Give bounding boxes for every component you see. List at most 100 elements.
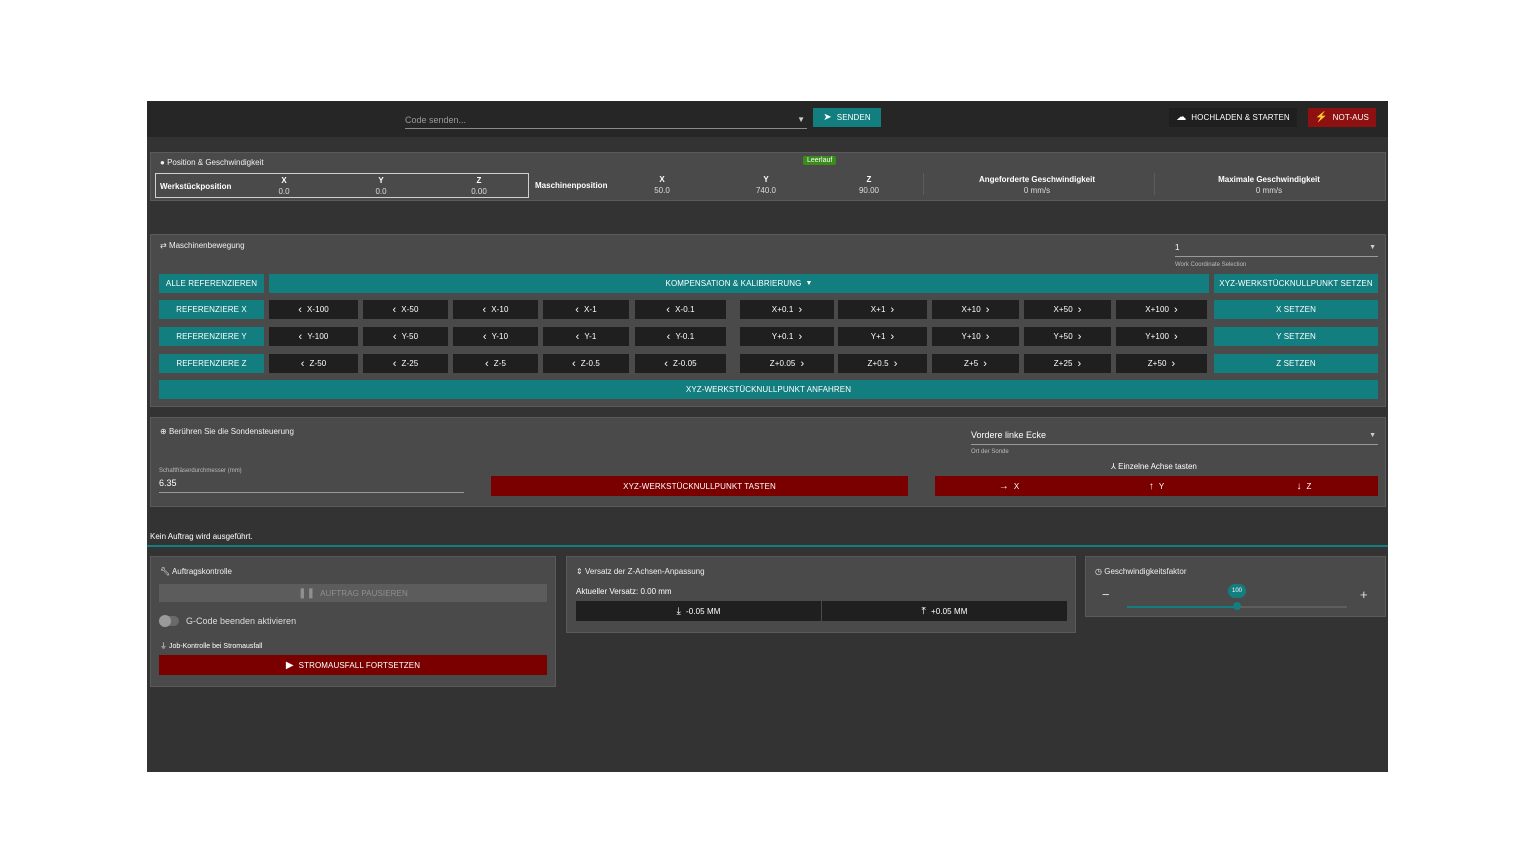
machine-axis-z: Z xyxy=(866,175,872,184)
jog-label: Z-0.5 xyxy=(580,359,600,368)
compensation-dropdown-button[interactable]: KOMPENSATION & KALIBRIERUNG ▼ xyxy=(269,274,1209,293)
jog-x-neg-button[interactable]: ‹ X-100 xyxy=(269,300,358,319)
chevron-down-icon[interactable]: ▼ xyxy=(1369,244,1376,251)
jog-z-neg-button[interactable]: ‹ Z-50 xyxy=(269,354,358,373)
upload-start-button[interactable]: ☁ HOCHLADEN & STARTEN xyxy=(1169,108,1297,127)
work-value-y: 0.0 xyxy=(375,187,387,196)
work-axis-y: Y xyxy=(378,176,384,185)
jog-x-pos-button[interactable]: X+0.1 › xyxy=(740,300,834,319)
movement-panel: ⇄ Maschinenbewegung 1 ▼ Work Coordinate … xyxy=(150,234,1386,407)
jog-label: Z+50 xyxy=(1147,359,1167,368)
jog-label: Y+1 xyxy=(870,332,886,341)
jog-y-pos-button[interactable]: Y+0.1 › xyxy=(740,327,834,346)
send-button[interactable]: ➤ SENDEN xyxy=(813,108,881,127)
jog-label: Z+25 xyxy=(1053,359,1073,368)
probe-panel-title: ⊕ Berühren Sie die Sondensteuerung xyxy=(160,427,294,436)
speed-plus-button[interactable]: + xyxy=(1360,587,1368,602)
set-xyz-zero-button[interactable]: XYZ-WERKSTÜCKNULLPUNKT SETZEN xyxy=(1214,274,1378,293)
home-all-button[interactable]: ALLE REFERENZIEREN xyxy=(159,274,264,293)
jog-z-pos-button[interactable]: Z+0.05 › xyxy=(740,354,834,373)
jog-x-pos-button[interactable]: X+1 › xyxy=(838,300,927,319)
set-y-button[interactable]: Y SETZEN xyxy=(1214,327,1378,346)
jog-x-neg-button[interactable]: ‹ X-1 xyxy=(543,300,629,319)
gcode-end-toggle[interactable] xyxy=(159,615,179,627)
home-y-button[interactable]: REFERENZIERE Y xyxy=(159,327,264,346)
set-z-button[interactable]: Z SETZEN xyxy=(1214,354,1378,373)
code-input[interactable]: Code senden... ▼ xyxy=(405,111,807,129)
jog-y-pos-button[interactable]: Y+10 › xyxy=(932,327,1019,346)
jog-z-pos-button[interactable]: Z+5 › xyxy=(932,354,1019,373)
chevron-left-icon: ‹ xyxy=(664,357,669,370)
resume-power-loss-button[interactable]: ▶ STROMAUSFALL FORTSETZEN xyxy=(159,655,547,675)
jog-z-pos-button[interactable]: Z+50 › xyxy=(1116,354,1207,373)
jog-label: X-10 xyxy=(491,305,509,314)
speed-slider-track[interactable]: 100 xyxy=(1127,584,1347,610)
jog-z-neg-button[interactable]: ‹ Z-5 xyxy=(453,354,538,373)
z-offset-minus-label: -0.05 MM xyxy=(685,606,721,616)
chevron-right-icon: › xyxy=(1077,303,1082,316)
jog-z-pos-button[interactable]: Z+25 › xyxy=(1024,354,1111,373)
chevron-down-icon[interactable]: ▼ xyxy=(1369,432,1376,439)
chevron-right-icon: › xyxy=(983,357,988,370)
jog-x-pos-button[interactable]: X+50 › xyxy=(1024,300,1111,319)
goto-xyz-zero-button[interactable]: XYZ-WERKSTÜCKNULLPUNKT ANFAHREN xyxy=(159,380,1378,399)
home-z-button[interactable]: REFERENZIERE Z xyxy=(159,354,264,373)
send-label: SENDEN xyxy=(836,113,871,122)
jog-x-neg-button[interactable]: ‹ X-10 xyxy=(453,300,538,319)
vertical-align-icon: ⇕ xyxy=(576,567,583,576)
gcode-end-label: G-Code beenden aktivieren xyxy=(186,616,297,626)
jog-y-pos-button[interactable]: Y+1 › xyxy=(838,327,927,346)
pause-icon: ❚❚ xyxy=(298,587,316,599)
jog-z-neg-button[interactable]: ‹ Z-25 xyxy=(363,354,448,373)
wcs-select[interactable]: 1 ▼ xyxy=(1175,241,1378,257)
machine-axis-y: Y xyxy=(763,175,769,184)
chevron-right-icon: › xyxy=(798,330,803,343)
probe-panel: ⊕ Berühren Sie die Sondensteuerung Vorde… xyxy=(150,417,1386,507)
probe-xyz-button[interactable]: XYZ-WERKSTÜCKNULLPUNKT TASTEN xyxy=(491,476,908,496)
set-x-button[interactable]: X SETZEN xyxy=(1214,300,1378,319)
home-x-button[interactable]: REFERENZIERE X xyxy=(159,300,264,319)
pause-job-button[interactable]: ❚❚ AUFTRAG PAUSIEREN xyxy=(159,584,547,602)
jog-z-neg-button[interactable]: ‹ Z-0.5 xyxy=(543,354,629,373)
z-offset-plus-button[interactable]: ⤒ +0.05 MM xyxy=(822,601,1067,621)
jog-x-pos-button[interactable]: X+100 › xyxy=(1116,300,1207,319)
jog-z-pos-button[interactable]: Z+0.5 › xyxy=(838,354,927,373)
chevron-down-icon[interactable]: ▼ xyxy=(797,115,805,124)
jog-y-neg-button[interactable]: ‹ Y-1 xyxy=(543,327,629,346)
speed-minus-button[interactable]: − xyxy=(1102,587,1110,602)
probe-x-button[interactable]: → X xyxy=(935,476,1083,496)
diameter-input[interactable]: 6.35 xyxy=(159,477,464,493)
jog-y-neg-button[interactable]: ‹ Y-100 xyxy=(269,327,358,346)
jog-x-neg-button[interactable]: ‹ X-50 xyxy=(363,300,448,319)
probe-z-button[interactable]: ↓ Z xyxy=(1230,476,1378,496)
compensation-label: KOMPENSATION & KALIBRIERUNG xyxy=(665,279,802,288)
top-bar: Code senden... ▼ ➤ SENDEN ☁ HOCHLADEN & … xyxy=(147,101,1388,137)
probe-title: Berühren Sie die Sondensteuerung xyxy=(168,427,294,436)
speed-slider-thumb[interactable] xyxy=(1233,602,1241,610)
jog-label: Y-50 xyxy=(401,332,419,341)
emergency-stop-button[interactable]: ⚡ NOT-AUS xyxy=(1308,108,1376,127)
requested-speed-label: Angeforderte Geschwindigkeit xyxy=(978,175,1096,184)
work-value-z: 0.00 xyxy=(471,187,487,196)
jog-y-neg-button[interactable]: ‹ Y-10 xyxy=(453,327,538,346)
jog-y-pos-button[interactable]: Y+100 › xyxy=(1116,327,1207,346)
probe-y-button[interactable]: ↑ Y xyxy=(1083,476,1230,496)
z-offset-minus-button[interactable]: ⤓ -0.05 MM xyxy=(576,601,821,621)
arrow-right-icon: → xyxy=(998,480,1009,492)
jog-z-neg-button[interactable]: ‹ Z-0.05 xyxy=(635,354,726,373)
speed-value-bubble: 100 xyxy=(1228,584,1246,598)
play-icon: ▶ xyxy=(285,659,294,671)
chevron-right-icon: › xyxy=(890,330,895,343)
jog-label: X+100 xyxy=(1145,305,1170,314)
jog-y-pos-button[interactable]: Y+50 › xyxy=(1024,327,1111,346)
jog-label: Y+0.1 xyxy=(771,332,794,341)
jog-x-pos-button[interactable]: X+10 › xyxy=(932,300,1019,319)
probe-location-select[interactable]: Vordere linke Ecke ▼ xyxy=(971,428,1378,445)
jog-label: X-0.1 xyxy=(675,305,695,314)
jog-y-neg-button[interactable]: ‹ Y-0.1 xyxy=(635,327,726,346)
jog-label: Z+5 xyxy=(963,359,979,368)
jog-y-neg-button[interactable]: ‹ Y-50 xyxy=(363,327,448,346)
wrench-icon: 🔧︎ xyxy=(160,567,171,576)
diameter-value: 6.35 xyxy=(159,478,177,488)
jog-x-neg-button[interactable]: ‹ X-0.1 xyxy=(635,300,726,319)
